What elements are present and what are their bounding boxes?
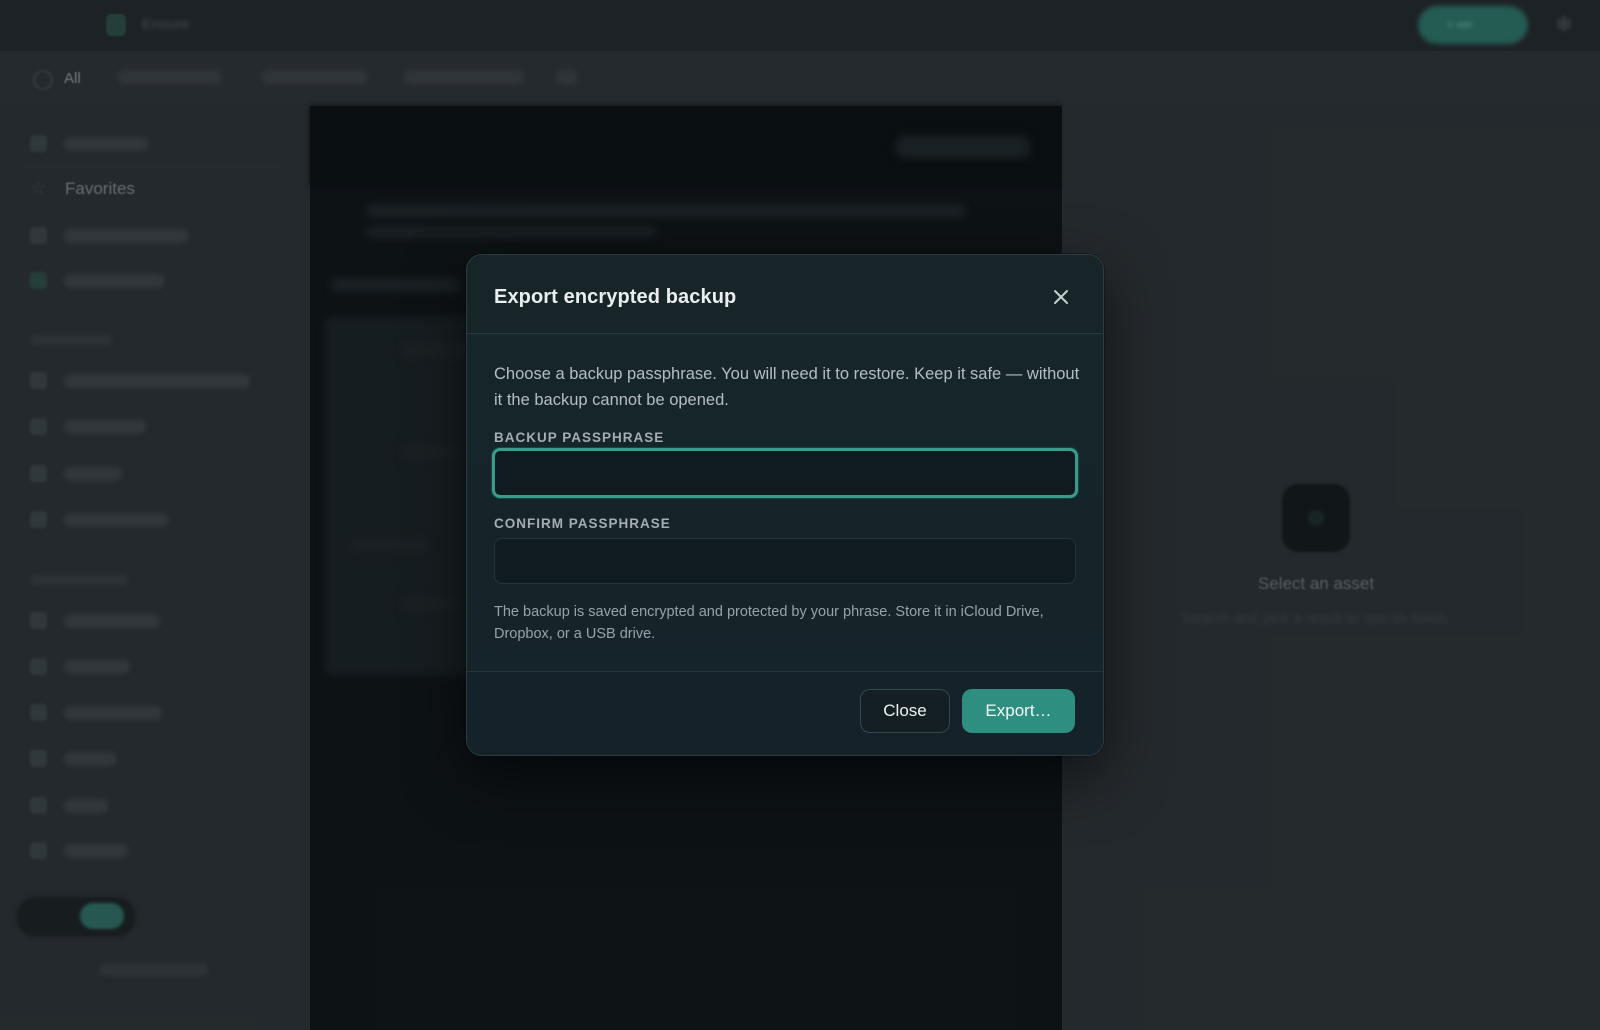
export-backup-dialog: Export encrypted backup Choose a backup … <box>466 254 1104 756</box>
dialog-description: Choose a backup passphrase. You will nee… <box>494 365 1080 409</box>
app-window: Ensure ▪ ▪▪▪ ✻ All ☆ Favorites Select an… <box>0 0 1600 1030</box>
passphrase-input[interactable] <box>492 448 1078 498</box>
dialog-title: Export encrypted backup <box>494 286 737 308</box>
passphrase-label: BACKUP PASSPHRASE <box>494 430 665 445</box>
dialog-header: Export encrypted backup <box>467 255 1103 334</box>
close-button[interactable]: Close <box>860 689 950 733</box>
export-button[interactable]: Export… <box>962 689 1075 733</box>
confirm-passphrase-input[interactable] <box>494 538 1076 584</box>
dialog-hint: The backup is saved encrypted and protec… <box>494 604 1044 642</box>
close-icon[interactable] <box>1049 285 1073 309</box>
dialog-footer: Close Export… <box>467 671 1103 755</box>
confirm-passphrase-label: CONFIRM PASSPHRASE <box>494 516 671 531</box>
